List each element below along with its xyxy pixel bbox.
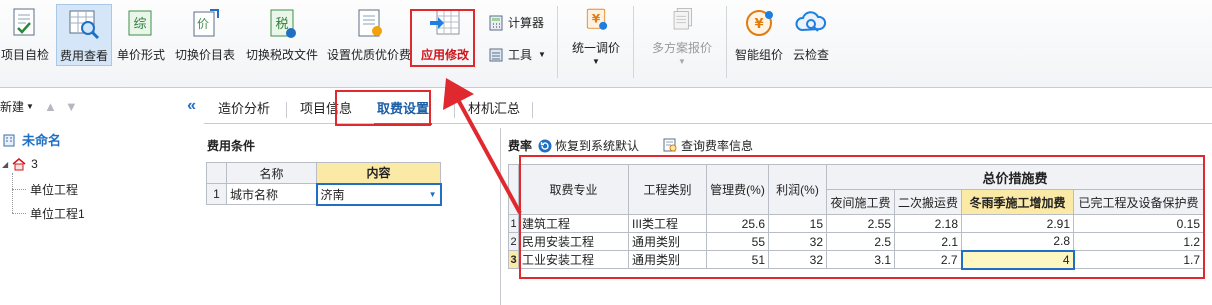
- arrow-head: [443, 78, 474, 110]
- annotation-arrow: [443, 78, 522, 214]
- arrow-shaft: [454, 95, 522, 214]
- app-window: 项目自检 费用查看 综 单价形式 价 切换价目表 税 切换税改文件 设置优质优价…: [0, 0, 1212, 305]
